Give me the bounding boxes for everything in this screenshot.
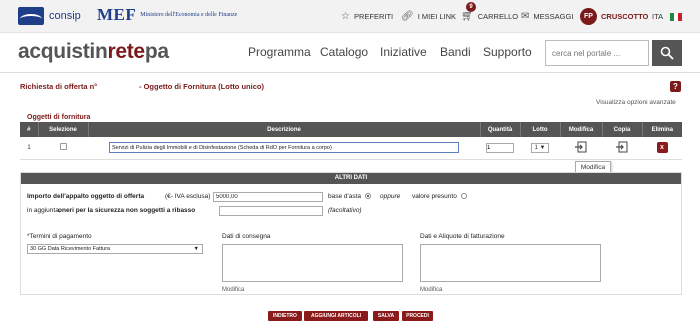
fatturazione-label: Dati e Aliquote di fatturazione bbox=[420, 233, 505, 240]
my-links-label: I MIEI LINK bbox=[417, 12, 457, 21]
link-icon: 🔗︎ bbox=[401, 11, 414, 22]
preferiti-link[interactable]: ☆ PREFERITI bbox=[341, 0, 393, 33]
termini-select-value: 30 GG Data Ricevimento Fattura bbox=[30, 246, 111, 252]
cart-label: CARRELLO bbox=[477, 12, 519, 21]
row-copy-cell bbox=[602, 137, 642, 160]
user-avatar[interactable]: FP bbox=[580, 8, 597, 25]
section-title: Oggetti di fornitura bbox=[27, 114, 91, 121]
consip-logo[interactable]: consip bbox=[18, 6, 81, 26]
consegna-modifica-link[interactable]: Modifica bbox=[222, 287, 244, 293]
mef-logo-text: MEF bbox=[97, 5, 137, 24]
copy-icon[interactable] bbox=[616, 141, 628, 153]
lotto-select[interactable]: 1 ▼ bbox=[531, 142, 549, 153]
help-icon[interactable]: ? bbox=[670, 81, 681, 92]
col-copia: Copia bbox=[602, 122, 643, 137]
row-description-cell bbox=[88, 137, 480, 160]
delete-icon[interactable]: x bbox=[656, 142, 668, 154]
consegna-textarea[interactable] bbox=[222, 244, 403, 282]
search-input[interactable] bbox=[545, 40, 649, 66]
mef-logo[interactable]: MEF Ministero dell'Economia e delle Fina… bbox=[97, 5, 250, 25]
base-asta-radio[interactable] bbox=[365, 193, 371, 199]
aggiunta-prefix: in aggiunta, bbox=[27, 207, 61, 214]
main-header: acquistinretepa Programma Catalogo Inizi… bbox=[0, 33, 700, 73]
mef-logo-subtitle: Ministero dell'Economia e delle Finanze bbox=[140, 11, 238, 18]
page-subtitle: - Oggetto di Fornitura (Lotto unico) bbox=[139, 82, 264, 91]
consegna-label: Dati di consegna bbox=[222, 233, 271, 240]
row-checkbox[interactable] bbox=[59, 143, 67, 151]
flag-stripe-red bbox=[678, 13, 682, 21]
nav-supporto[interactable]: Supporto bbox=[483, 45, 532, 59]
brand-part-1: acquistin bbox=[18, 40, 108, 63]
nav-programma[interactable]: Programma bbox=[248, 45, 311, 59]
valore-presunto-radio[interactable] bbox=[461, 193, 467, 199]
row-number: 1 bbox=[20, 137, 38, 160]
nav-catalogo[interactable]: Catalogo bbox=[320, 45, 368, 59]
importo-label: Importo dell'appalto oggetto di offerta bbox=[27, 193, 145, 200]
row-lotto-cell: 1 ▼ bbox=[520, 137, 560, 160]
consip-logo-text: consip bbox=[49, 10, 81, 22]
cart-link[interactable]: 🛒︎ CARRELLO bbox=[461, 0, 518, 33]
oppure-label: oppure bbox=[380, 193, 401, 200]
row-quantity-cell bbox=[480, 137, 520, 160]
items-table: # Selezione Descrizione Quantità Lotto M… bbox=[20, 122, 682, 160]
row-delete-cell: x bbox=[642, 137, 682, 160]
cruscotto-link[interactable]: CRUSCOTTO bbox=[601, 0, 648, 33]
termini-select[interactable]: 30 GG Data Ricevimento Fattura ▼ bbox=[27, 244, 203, 254]
fatturazione-textarea[interactable] bbox=[420, 244, 601, 282]
advanced-options-link[interactable]: Visualizza opzioni avanzate bbox=[596, 99, 676, 106]
nav-iniziative[interactable]: Iniziative bbox=[380, 45, 427, 59]
termini-label: *Termini di pagamento bbox=[27, 233, 92, 240]
messages-label: MESSAGGI bbox=[533, 12, 574, 21]
back-button[interactable]: INDIETRO bbox=[268, 311, 302, 321]
base-asta-label: base d'asta bbox=[328, 193, 362, 200]
col-selezione: Selezione bbox=[38, 122, 89, 137]
edit-icon[interactable] bbox=[575, 141, 587, 153]
my-links-link[interactable]: 🔗︎ I MIEI LINK bbox=[401, 0, 456, 33]
altri-dati-panel: ALTRI DATI Importo dell'appalto oggetto … bbox=[20, 172, 682, 295]
star-icon: ☆ bbox=[341, 11, 350, 22]
italian-flag-icon[interactable] bbox=[670, 13, 682, 21]
language-selector[interactable]: ITA bbox=[652, 0, 663, 33]
oneri-input[interactable] bbox=[219, 206, 323, 216]
cart-icon: 🛒︎ bbox=[461, 11, 474, 22]
search-button[interactable] bbox=[652, 40, 682, 66]
chevron-down-icon: ▼ bbox=[193, 246, 199, 252]
row-select-cell bbox=[38, 137, 88, 160]
consip-logo-icon bbox=[18, 7, 44, 25]
fatturazione-modifica-link[interactable]: Modifica bbox=[420, 287, 442, 293]
action-buttons: INDIETRO AGGIUNGI ARTICOLI SALVA PROCEDI bbox=[0, 311, 700, 321]
search-icon bbox=[660, 46, 674, 60]
col-num: # bbox=[20, 122, 39, 137]
col-elimina: Elimina bbox=[642, 122, 682, 137]
oneri-label: oneri per la sicurezza non soggetti a ri… bbox=[58, 207, 196, 214]
brand-part-3: pa bbox=[144, 40, 169, 63]
page-title: Richiesta di offerta n° bbox=[20, 82, 98, 91]
importo-hint: (€- IVA esclusa) bbox=[165, 193, 211, 200]
col-quantita: Quantità bbox=[480, 122, 521, 137]
add-articles-button[interactable]: AGGIUNGI ARTICOLI bbox=[304, 311, 368, 321]
mail-icon: ✉ bbox=[521, 11, 530, 22]
save-button[interactable]: SALVA bbox=[373, 311, 399, 321]
description-input[interactable] bbox=[109, 142, 459, 154]
nav-bandi[interactable]: Bandi bbox=[440, 45, 471, 59]
table-row: 1 1 ▼ bbox=[20, 137, 682, 160]
brand-part-2: rete bbox=[107, 40, 145, 63]
col-lotto: Lotto bbox=[520, 122, 561, 137]
proceed-button[interactable]: PROCEDI bbox=[402, 311, 433, 321]
quantity-input[interactable] bbox=[486, 142, 514, 153]
row-edit-cell bbox=[560, 137, 602, 160]
messages-link[interactable]: ✉ MESSAGGI bbox=[521, 0, 573, 33]
col-descrizione: Descrizione bbox=[88, 122, 481, 137]
preferiti-label: PREFERITI bbox=[353, 12, 394, 21]
altri-dati-title: ALTRI DATI bbox=[21, 173, 681, 184]
importo-input[interactable] bbox=[213, 192, 323, 202]
valore-presunto-label: valore presunto bbox=[412, 193, 457, 200]
facoltativo-label: (facoltativo) bbox=[328, 207, 362, 214]
top-bar: consip MEF Ministero dell'Economia e del… bbox=[0, 0, 700, 33]
brand-logo[interactable]: acquistinretepa bbox=[18, 40, 169, 64]
table-header-row: # Selezione Descrizione Quantità Lotto M… bbox=[20, 122, 682, 137]
col-modifica: Modifica bbox=[560, 122, 603, 137]
